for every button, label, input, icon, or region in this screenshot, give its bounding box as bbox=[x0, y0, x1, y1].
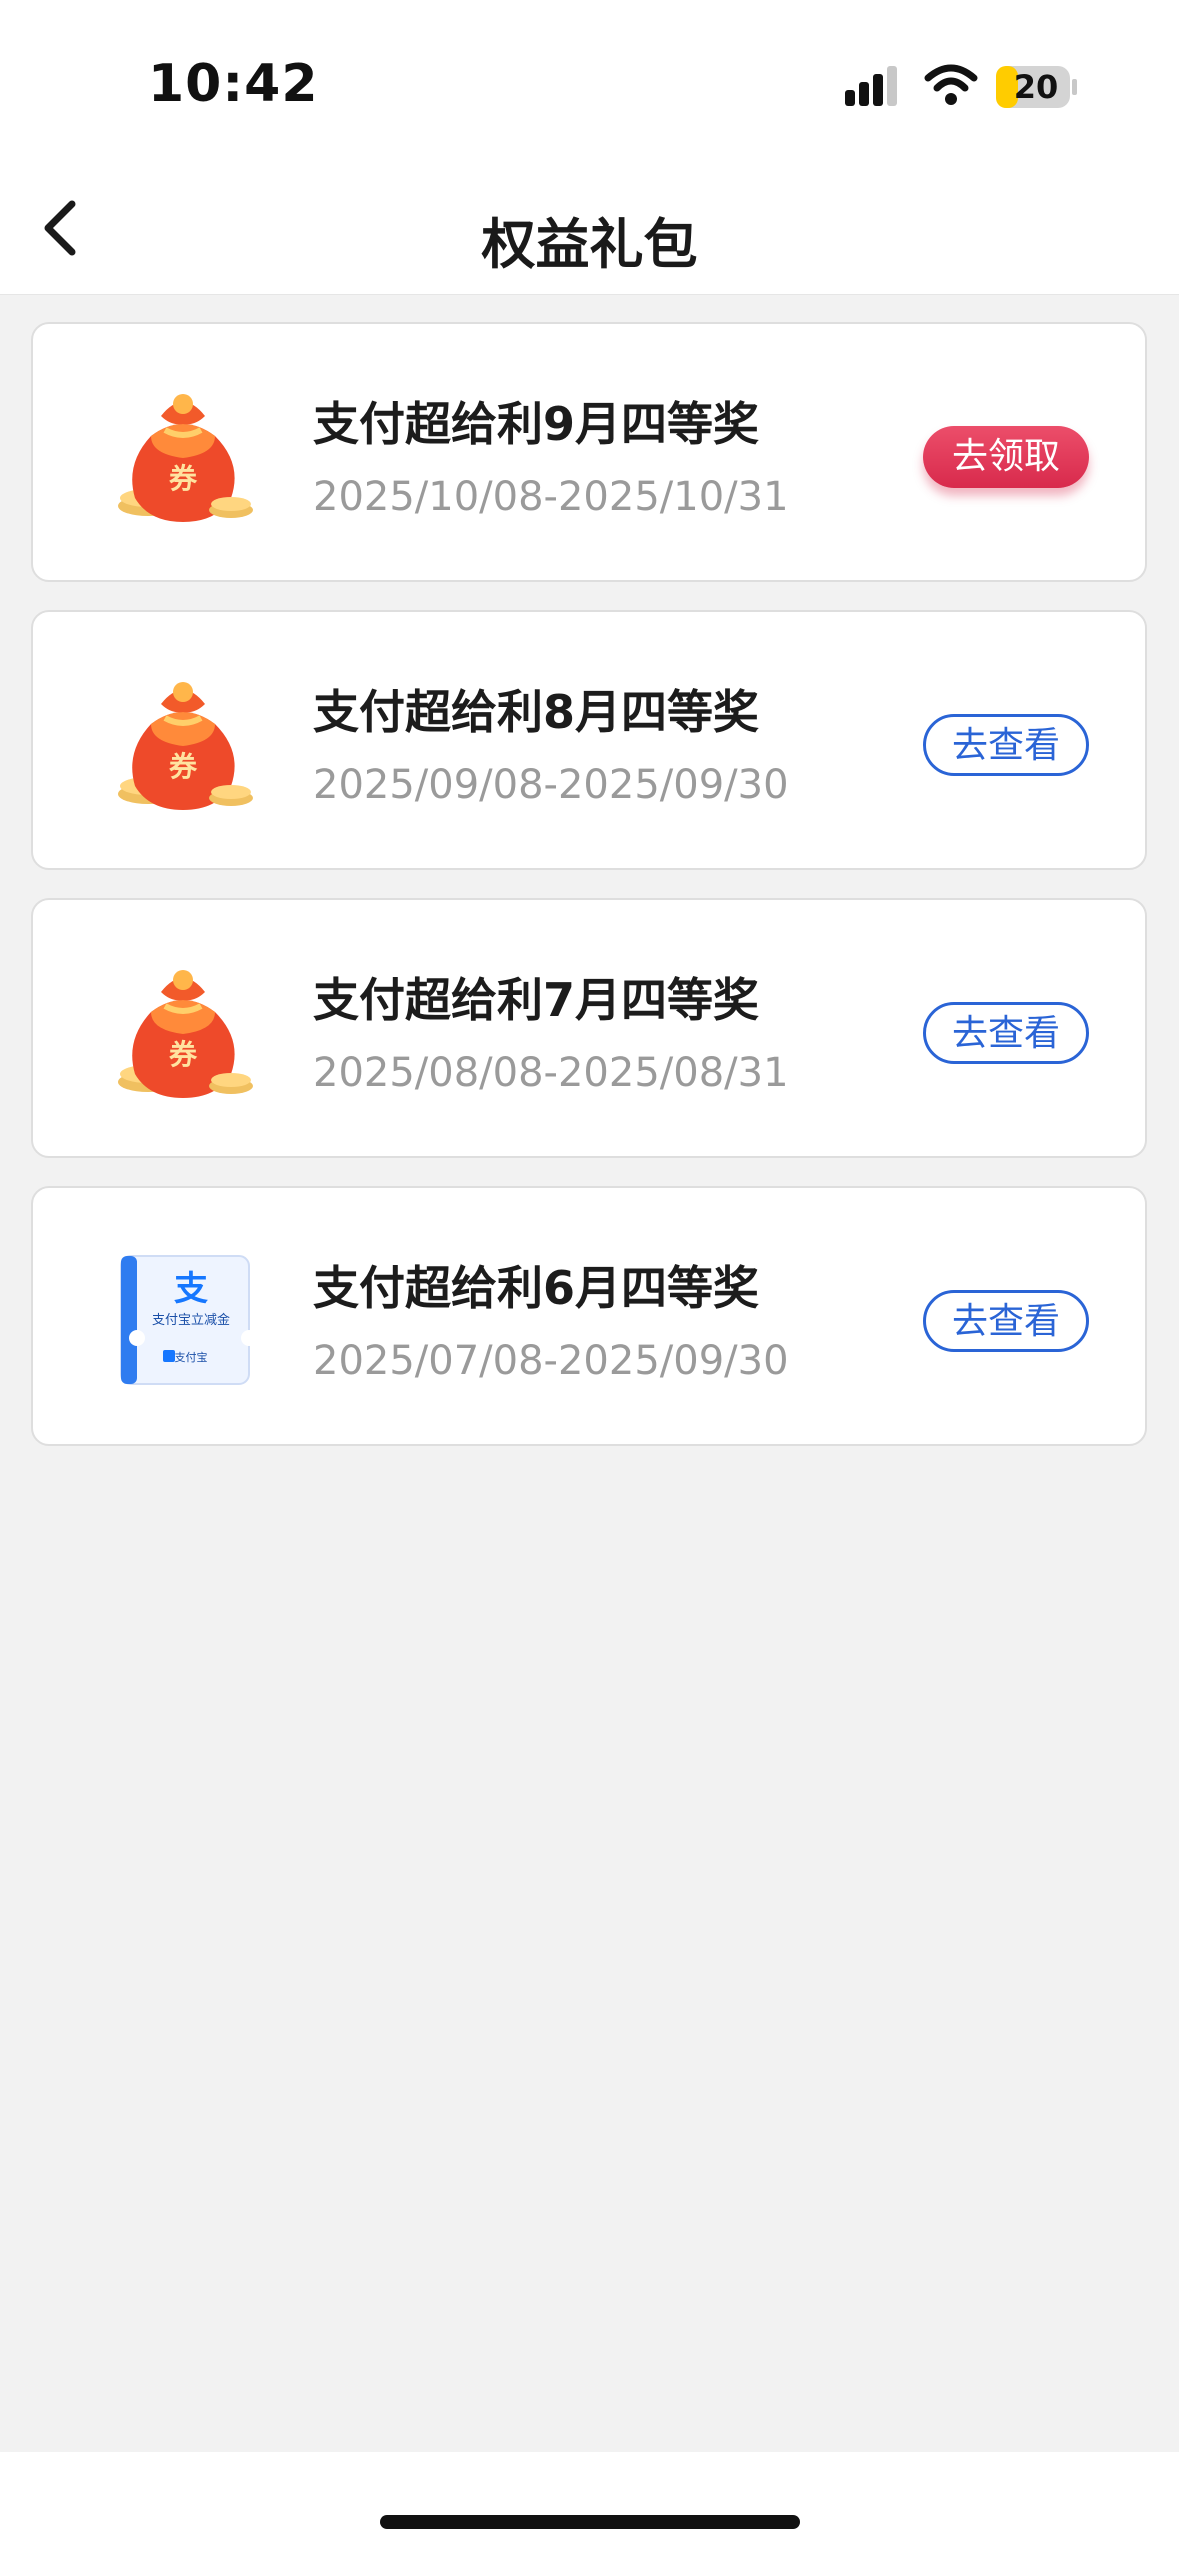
list-item: 券 支付超给利7月四等奖 2025/08/08-2025/08/31 去查看 bbox=[31, 898, 1147, 1158]
reward-date-range: 2025/10/08-2025/10/31 bbox=[313, 474, 789, 520]
reward-date-range: 2025/09/08-2025/09/30 bbox=[313, 762, 789, 808]
svg-text:券: 券 bbox=[169, 1038, 198, 1071]
svg-text:券: 券 bbox=[169, 750, 198, 783]
page-title: 权益礼包 bbox=[481, 213, 698, 276]
svg-text:支: 支 bbox=[174, 1269, 208, 1309]
home-indicator[interactable] bbox=[380, 2515, 800, 2529]
reward-date-range: 2025/08/08-2025/08/31 bbox=[313, 1050, 789, 1096]
cellular-signal-icon bbox=[845, 66, 897, 106]
view-button[interactable]: 去查看 bbox=[923, 1002, 1089, 1064]
nav-bar: 权益礼包 bbox=[0, 170, 1179, 295]
red-envelope-coupon-bag-icon: 券 bbox=[118, 970, 253, 1098]
battery-level: 20 bbox=[1013, 68, 1059, 106]
list-item: 券 支付超给利8月四等奖 2025/09/08-2025/09/30 去查看 bbox=[31, 610, 1147, 870]
list-item: 支 支付宝立减金 支付宝 支付超给利6月四等奖 2025/07/08-2025/… bbox=[31, 1186, 1147, 1446]
reward-title: 支付超给利6月四等奖 bbox=[313, 1261, 760, 1315]
wifi-icon bbox=[924, 64, 978, 105]
reward-title: 支付超给利8月四等奖 bbox=[313, 685, 760, 739]
red-envelope-coupon-bag-icon: 券 bbox=[118, 682, 253, 810]
reward-title: 支付超给利7月四等奖 bbox=[313, 973, 760, 1027]
reward-date-range: 2025/07/08-2025/09/30 bbox=[313, 1338, 789, 1384]
alipay-voucher-icon: 支 支付宝立减金 支付宝 bbox=[120, 1255, 257, 1385]
view-button[interactable]: 去查看 bbox=[923, 714, 1089, 776]
home-indicator-area bbox=[0, 2452, 1179, 2556]
status-time: 10:42 bbox=[148, 54, 319, 114]
status-bar: 10:42 20 bbox=[0, 0, 1179, 170]
claim-button[interactable]: 去领取 bbox=[923, 426, 1089, 488]
voucher-caption: 支付宝立减金 bbox=[152, 1312, 230, 1328]
reward-title: 支付超给利9月四等奖 bbox=[313, 397, 760, 451]
list-item: 券 支付超给利9月四等奖 2025/10/08-2025/10/31 去领取 bbox=[31, 322, 1147, 582]
red-envelope-coupon-bag-icon: 券 bbox=[118, 394, 253, 522]
voucher-brand: 支付宝 bbox=[175, 1350, 208, 1364]
view-button[interactable]: 去查看 bbox=[923, 1290, 1089, 1352]
svg-text:券: 券 bbox=[169, 462, 198, 495]
